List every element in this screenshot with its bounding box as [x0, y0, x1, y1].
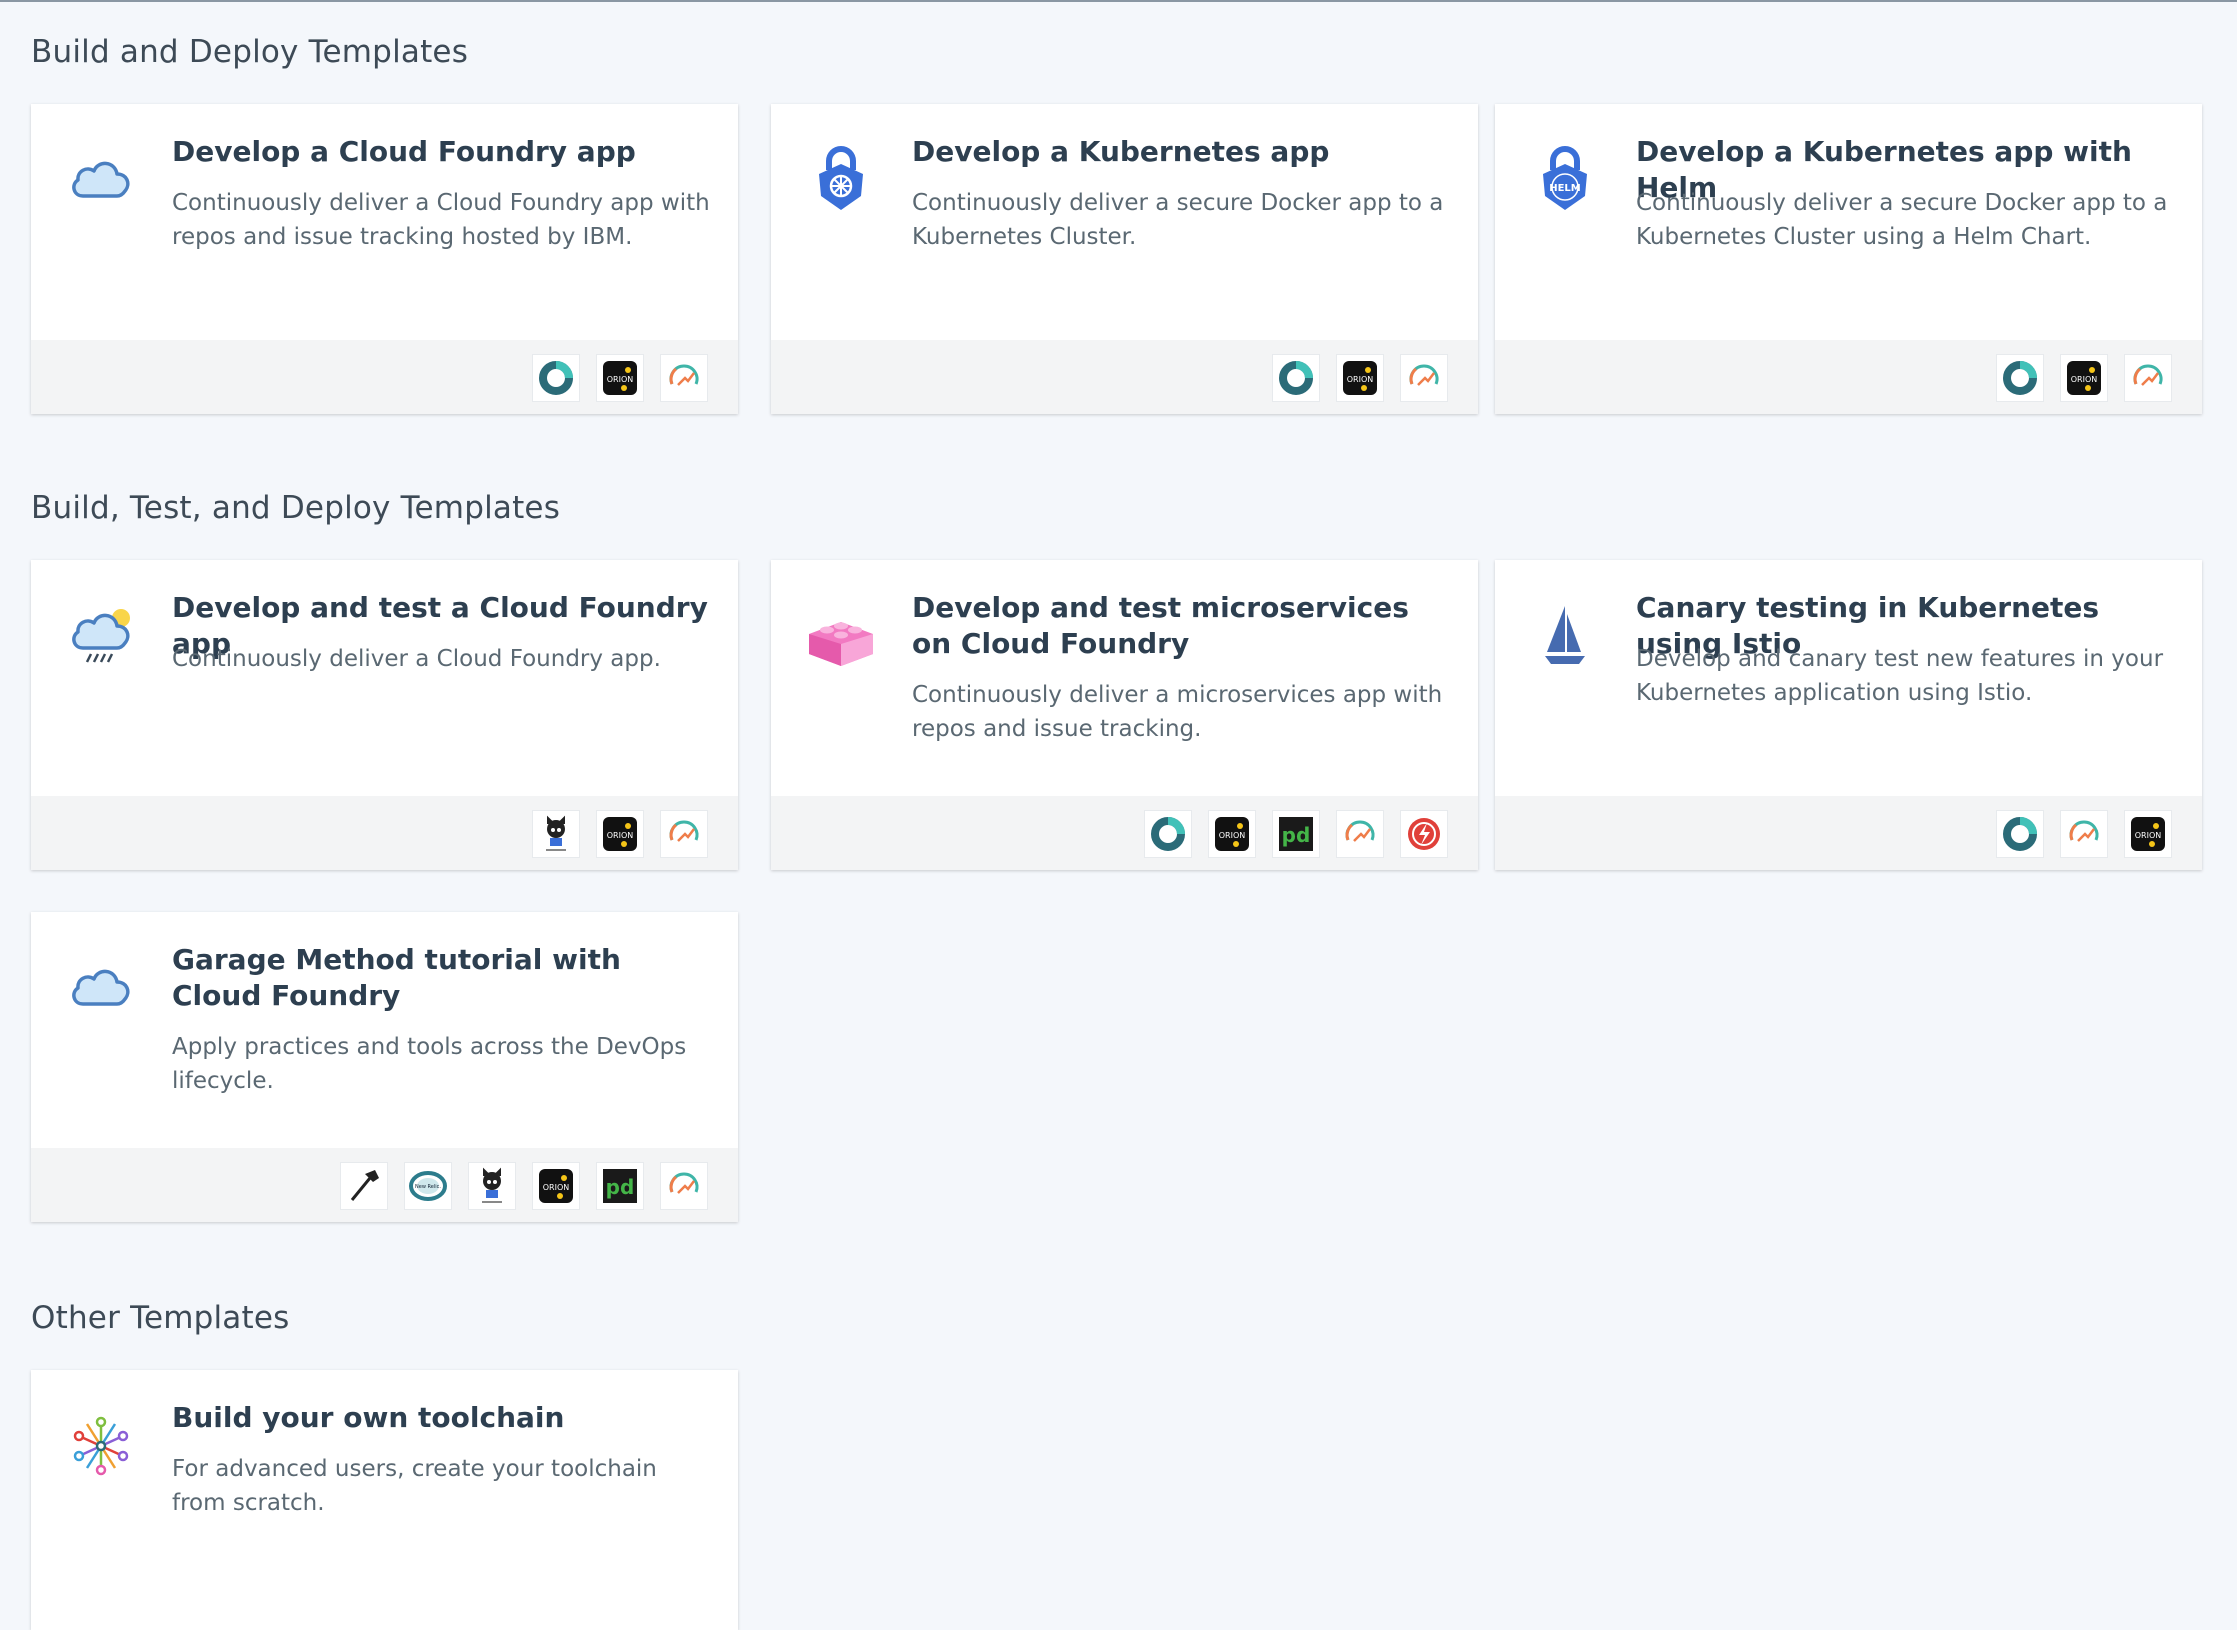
template-card-microservices[interactable]: Develop and test microservices on Cloud … [771, 560, 1478, 870]
card-title: Develop a Kubernetes app [912, 135, 1330, 168]
svg-text:ORION: ORION [543, 1183, 570, 1192]
top-divider [0, 0, 2237, 2]
card-description: Continuously deliver a secure Docker app… [1636, 190, 2168, 250]
svg-text:pd: pd [1282, 823, 1311, 847]
svg-text:ORION: ORION [1347, 375, 1374, 384]
pagerduty-icon: pd [596, 1162, 644, 1210]
card-footer: ORION [1495, 340, 2202, 414]
svg-text:ORION: ORION [2135, 831, 2162, 840]
orion-web-ide-icon: ORION [2060, 354, 2108, 402]
svg-text:ORION: ORION [1219, 831, 1246, 840]
svg-text:pd: pd [606, 1175, 635, 1199]
template-card-build-your-own[interactable]: Build your own toolchain For advanced us… [31, 1370, 738, 1630]
github-icon [532, 810, 580, 858]
hammer-icon [340, 1162, 388, 1210]
slack-alert-icon [1400, 810, 1448, 858]
cloud-icon [65, 952, 137, 1024]
card-title: Build your own toolchain [172, 1401, 565, 1434]
template-card-kubernetes[interactable]: Develop a Kubernetes app Continuously de… [771, 104, 1478, 414]
template-card-cloud-foundry-test[interactable]: Develop and test a Cloud Foundry app Con… [31, 560, 738, 870]
svg-text:ORION: ORION [2071, 375, 2098, 384]
delivery-pipeline-icon [532, 354, 580, 402]
card-footer: ORION [1495, 796, 2202, 870]
orion-web-ide-icon: ORION [1208, 810, 1256, 858]
card-description: Continuously deliver a Cloud Foundry app… [172, 190, 710, 250]
card-footer: ORION [771, 340, 1478, 414]
devops-insights-icon [1400, 354, 1448, 402]
card-footer: ORION [31, 796, 738, 870]
kubernetes-lock-icon [805, 144, 877, 216]
orion-web-ide-icon: ORION [2124, 810, 2172, 858]
section-title-build-deploy: Build and Deploy Templates [31, 34, 469, 70]
orion-web-ide-icon: ORION [596, 354, 644, 402]
card-description: Continuously deliver a Cloud Foundry app… [172, 646, 661, 672]
orion-web-ide-icon: ORION [532, 1162, 580, 1210]
card-description: Develop and canary test new features in … [1636, 646, 2164, 706]
orion-web-ide-icon: ORION [1336, 354, 1384, 402]
cloud-rain-icon [65, 600, 137, 672]
github-icon [468, 1162, 516, 1210]
devops-insights-icon [1336, 810, 1384, 858]
template-card-istio-canary[interactable]: Canary testing in Kubernetes using Istio… [1495, 560, 2202, 870]
devops-insights-icon [660, 810, 708, 858]
devops-insights-icon [2060, 810, 2108, 858]
svg-text:ORION: ORION [607, 375, 634, 384]
svg-text:HELM: HELM [1549, 183, 1581, 194]
devops-insights-icon [660, 1162, 708, 1210]
cloud-icon [65, 144, 137, 216]
card-footer: ORION [31, 340, 738, 414]
card-title: Develop a Cloud Foundry app [172, 135, 636, 168]
devops-insights-icon [660, 354, 708, 402]
template-card-kubernetes-helm[interactable]: HELM Develop a Kubernetes app with Helm … [1495, 104, 2202, 414]
card-description: Continuously deliver a secure Docker app… [912, 190, 1444, 250]
pagerduty-icon: pd [1272, 810, 1320, 858]
delivery-pipeline-icon [1272, 354, 1320, 402]
section-title-build-test-deploy: Build, Test, and Deploy Templates [31, 490, 561, 526]
delivery-pipeline-icon [1144, 810, 1192, 858]
template-card-garage-method[interactable]: Garage Method tutorial with Cloud Foundr… [31, 912, 738, 1222]
devops-insights-icon [2124, 354, 2172, 402]
toolchain-network-icon [65, 1410, 137, 1482]
orion-web-ide-icon: ORION [596, 810, 644, 858]
card-footer: ORION pd [771, 796, 1478, 870]
lego-brick-icon [805, 600, 877, 672]
template-card-cloud-foundry[interactable]: Develop a Cloud Foundry app Continuously… [31, 104, 738, 414]
helm-lock-icon: HELM [1529, 144, 1601, 216]
card-footer: New Relic. ORION pd [31, 1148, 738, 1222]
delivery-pipeline-icon [1996, 354, 2044, 402]
new-relic-icon: New Relic. [404, 1162, 452, 1210]
delivery-pipeline-icon [1996, 810, 2044, 858]
card-title: Develop and test microservices on Cloud … [912, 591, 1409, 660]
card-title: Garage Method tutorial with Cloud Foundr… [172, 943, 621, 1012]
card-description: For advanced users, create your toolchai… [172, 1456, 657, 1516]
card-description: Continuously deliver a microservices app… [912, 682, 1443, 742]
svg-text:New Relic.: New Relic. [415, 1184, 441, 1190]
card-description: Apply practices and tools across the Dev… [172, 1034, 687, 1094]
istio-sail-icon [1529, 600, 1601, 672]
section-title-other: Other Templates [31, 1300, 290, 1336]
svg-text:ORION: ORION [607, 831, 634, 840]
